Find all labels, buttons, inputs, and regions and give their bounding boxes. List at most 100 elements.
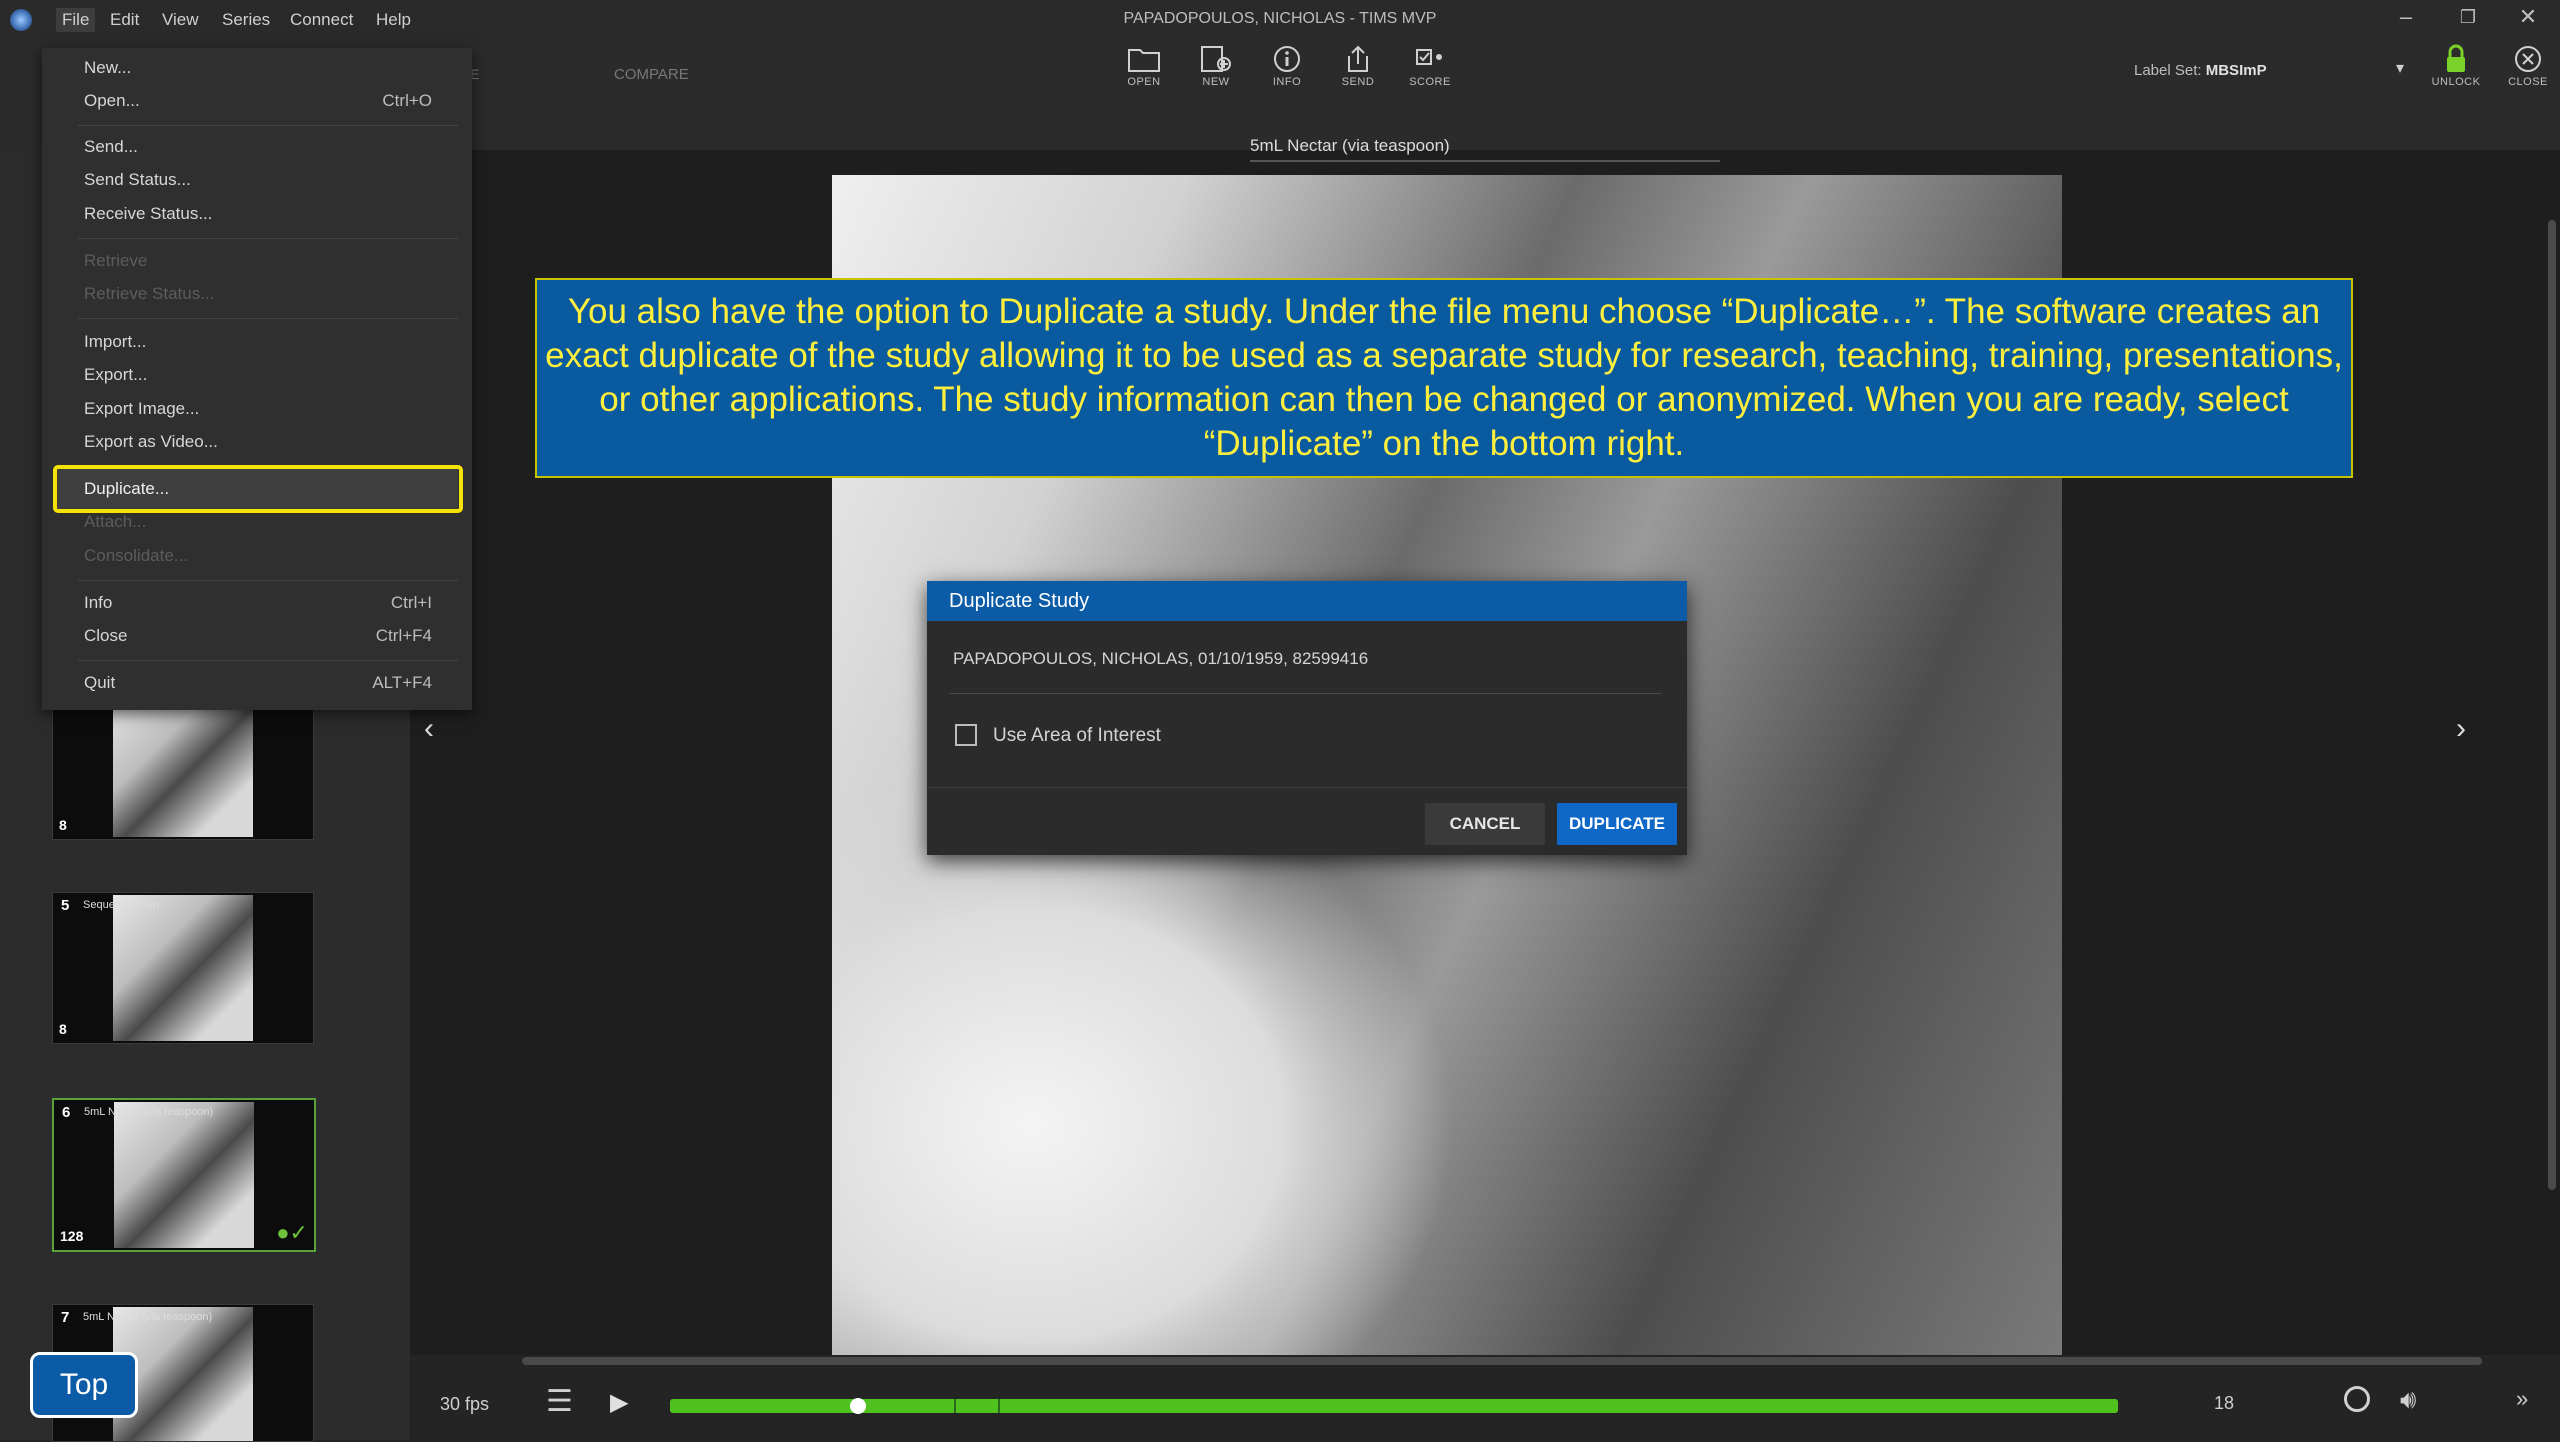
send-tool[interactable]: SEND — [1330, 44, 1386, 88]
info-tool-label: INFO — [1272, 76, 1302, 88]
series-thumbnail[interactable]: 5 Sequential Thin 8 — [52, 892, 314, 1044]
menu-item-consolidate: Consolidate... — [84, 546, 188, 565]
thumbnail-title: 5mL Nectar (via teaspoon) — [84, 1106, 214, 1118]
dialog-patient-info: PAPADOPOULOS, NICHOLAS, 01/10/1959, 8259… — [953, 649, 1369, 668]
label-set-value: MBSImP — [2205, 62, 2267, 79]
menu-item-send-status[interactable]: Send Status... — [84, 170, 191, 190]
duplicate-study-dialog: Duplicate Study PAPADOPOULOS, NICHOLAS, … — [927, 581, 1687, 855]
shortcut-close: Ctrl+F4 — [375, 626, 432, 645]
thumbnail-image — [113, 895, 253, 1041]
cancel-button[interactable]: CANCEL — [1425, 803, 1545, 845]
score-icon — [1416, 49, 1442, 65]
scored-check-icon: ●✓ — [276, 1220, 308, 1245]
tab-compare[interactable]: COMPARE — [614, 66, 689, 83]
vertical-scrollbar[interactable] — [2548, 220, 2556, 1190]
menu-item-export-image[interactable]: Export Image... — [84, 399, 199, 419]
menu-separator — [78, 125, 458, 126]
minimize-icon[interactable]: – — [2386, 4, 2426, 30]
thumbnail-title: 5mL Nectar (via teaspoon) — [83, 1311, 213, 1323]
score-tool[interactable]: SCORE — [1402, 44, 1458, 88]
send-tool-label: SEND — [1341, 76, 1375, 88]
window-title: PAPADOPOULOS, NICHOLAS - TIMS MVP — [1123, 10, 1437, 27]
menu-item-send[interactable]: Send... — [84, 137, 138, 157]
menu-item-quit[interactable]: Quit — [84, 673, 115, 693]
duplicate-button[interactable]: DUPLICATE — [1557, 803, 1677, 845]
menu-item-import[interactable]: Import... — [84, 332, 146, 352]
playback-track[interactable] — [670, 1399, 2118, 1413]
frame-number: 18 — [2214, 1393, 2235, 1413]
top-button[interactable]: Top — [30, 1352, 138, 1418]
next-arrow-icon[interactable]: › — [2456, 712, 2466, 746]
playback-progress — [670, 1399, 2118, 1413]
volume-icon[interactable]: 🔊︎ — [2400, 1384, 2416, 1416]
menu-item-close[interactable]: Close — [84, 626, 127, 646]
close-circle-icon — [2515, 46, 2541, 72]
file-menu: New... Open... Ctrl+O Send... Send Statu… — [42, 48, 472, 710]
thumbnail-image — [113, 691, 253, 837]
unlock-tool[interactable]: UNLOCK — [2428, 44, 2484, 88]
menu-item-export[interactable]: Export... — [84, 365, 147, 385]
area-of-interest-label[interactable]: Use Area of Interest — [993, 725, 1161, 747]
open-tool-label: OPEN — [1127, 76, 1161, 88]
label-set-prefix: Label Set: — [2134, 62, 2202, 79]
series-caption: 5mL Nectar (via teaspoon) — [1250, 136, 1720, 162]
dialog-title: Duplicate Study — [927, 581, 1687, 621]
thumbnail-number: 5 — [61, 897, 70, 914]
menu-separator — [78, 318, 458, 319]
thumbnail-title: Sequential Thin — [83, 899, 160, 911]
menu-separator — [78, 580, 458, 581]
new-tool-label: NEW — [1202, 76, 1230, 88]
series-thumbnail-selected[interactable]: 6 5mL Nectar (via teaspoon) 128 ●✓ — [52, 1098, 316, 1252]
duplicate-highlight-box — [53, 465, 463, 513]
restore-icon[interactable]: ❐ — [2448, 7, 2488, 28]
menu-item-retrieve: Retrieve — [84, 251, 148, 270]
menu-item-export-video[interactable]: Export as Video... — [84, 432, 218, 452]
thumbnail-frame-count: 8 — [59, 817, 67, 833]
close-tool-label: CLOSE — [2508, 76, 2548, 88]
shortcut-quit: ALT+F4 — [372, 673, 432, 692]
close-tool[interactable]: CLOSE — [2500, 44, 2556, 88]
menu-item-receive-status[interactable]: Receive Status... — [84, 204, 213, 224]
thumbnail-number: 7 — [61, 1309, 70, 1326]
close-window-icon[interactable]: ✕ — [2508, 4, 2548, 30]
shortcut-info: Ctrl+I — [390, 593, 432, 612]
unlock-tool-label: UNLOCK — [2431, 76, 2481, 88]
thumbnail-number: 6 — [62, 1104, 71, 1121]
chevron-down-icon[interactable]: ▾ — [2396, 58, 2404, 78]
thumbnail-frame-count: 8 — [59, 1021, 67, 1037]
menu-item-retrieve-status: Retrieve Status... — [84, 284, 215, 303]
folder-icon — [1128, 49, 1160, 72]
thumbnail-frame-count: 128 — [60, 1228, 84, 1244]
timer-icon[interactable] — [2344, 1386, 2370, 1412]
score-tool-label: SCORE — [1409, 76, 1451, 88]
play-icon[interactable]: ▶ — [610, 1388, 628, 1417]
fps-readout[interactable]: 30 fps — [440, 1394, 489, 1415]
menu-item-attach: Attach... — [84, 512, 147, 531]
segment-marker — [998, 1399, 1000, 1413]
playback-bar — [410, 1355, 2560, 1440]
title-bar: File Edit View Series Connect Help PAPAD… — [0, 0, 2560, 40]
menu-separator — [78, 238, 458, 239]
info-icon — [1274, 46, 1300, 72]
segment-marker — [954, 1399, 956, 1413]
label-set-selector[interactable]: Label Set: MBSImP — [2134, 62, 2267, 79]
menu-item-new[interactable]: New... — [84, 58, 131, 78]
lock-icon — [2447, 44, 2465, 72]
series-thumbnail[interactable]: 8 — [52, 688, 314, 840]
expand-right-icon[interactable]: » — [2516, 1386, 2528, 1412]
new-tool[interactable]: NEW — [1188, 44, 1244, 88]
tutorial-callout: You also have the option to Duplicate a … — [535, 278, 2353, 478]
previous-arrow-icon[interactable]: ‹ — [424, 712, 434, 746]
horizontal-scrollbar[interactable] — [522, 1357, 2482, 1365]
dialog-divider — [949, 693, 1661, 694]
menu-separator — [78, 660, 458, 661]
thumbnail-image — [114, 1102, 254, 1248]
send-icon — [1348, 45, 1368, 72]
dialog-divider — [927, 787, 1687, 788]
area-of-interest-checkbox[interactable] — [955, 724, 977, 746]
info-tool[interactable]: INFO — [1259, 44, 1315, 88]
open-tool[interactable]: OPEN — [1116, 44, 1172, 88]
menu-item-open[interactable]: Open... — [84, 91, 140, 111]
menu-item-info[interactable]: Info — [84, 593, 112, 613]
playlist-icon[interactable]: ☰ — [546, 1384, 573, 1419]
